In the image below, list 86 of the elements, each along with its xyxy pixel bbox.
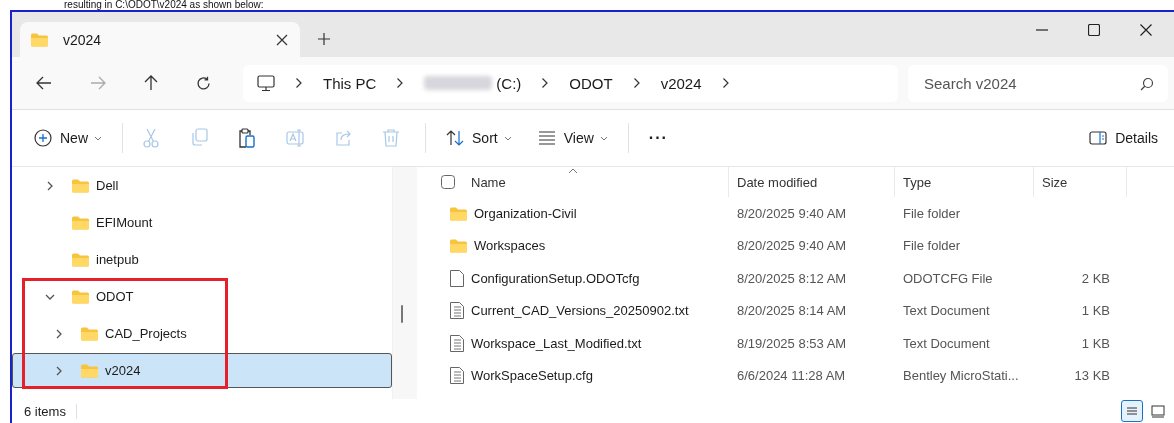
table-cell-text: File folder [902, 238, 962, 254]
sidebar-item[interactable]: ODOT [12, 279, 392, 314]
chevron-icon[interactable] [295, 77, 303, 89]
chevron-icon[interactable] [721, 77, 730, 89]
details-pane-icon [1089, 131, 1108, 145]
folder-icon [71, 251, 90, 268]
table-cell-text: 8/20/2025 8:14 AM [736, 303, 848, 319]
sidebar-item[interactable]: v2024 [12, 353, 392, 388]
breadcrumb[interactable]: (C:) [496, 74, 522, 92]
scrollbar-thumb[interactable] [401, 305, 403, 323]
column-header[interactable]: Type [895, 167, 1034, 197]
folder-icon [71, 288, 90, 305]
clipboard-icon[interactable] [238, 128, 256, 148]
view-button[interactable]: View [527, 124, 618, 152]
table-cell-text: Text Document [902, 303, 991, 319]
caret-icon [599, 135, 608, 141]
search-icon[interactable] [1140, 76, 1154, 91]
plus-circle-icon [34, 129, 52, 147]
table-cell-text: 1 KB [1080, 303, 1111, 319]
file-name[interactable]: Organization-Civil [437, 204, 729, 222]
breadcrumb[interactable]: This PC [323, 74, 377, 92]
file-name[interactable]: Workspaces [437, 237, 729, 255]
text-file-icon [449, 333, 465, 353]
folder-icon [80, 362, 99, 379]
back-arrow-icon[interactable] [36, 76, 52, 90]
search-field[interactable]: Search v2024 [908, 64, 1168, 102]
file-name[interactable]: ConfigurationSetup.ODOTcfg [437, 268, 729, 288]
item-count: 6 items [24, 403, 77, 419]
breadcrumb[interactable]: ODOT [569, 74, 613, 92]
up-arrow-icon[interactable] [144, 75, 158, 91]
table-cell-text: File folder [902, 205, 962, 221]
table-cell-text: Bentley MicroStati... [902, 368, 1020, 384]
table-cell-text: 8/20/2025 9:40 AM [736, 238, 848, 254]
column-header[interactable]: Name [467, 167, 729, 197]
table-cell-text: 1 KB [1080, 335, 1111, 351]
file-name[interactable]: Current_CAD_Versions_20250902.txt [437, 301, 729, 321]
table-cell-text: ODOTCFG File [902, 270, 994, 286]
text-file-icon [449, 301, 465, 321]
table-cell-text: 13 KB [1073, 368, 1111, 384]
table-cell-text: 8/19/2025 8:53 AM [736, 335, 848, 351]
details-button[interactable]: Details [1079, 124, 1168, 152]
maximize-icon[interactable] [1088, 24, 1100, 36]
folder-icon [449, 237, 468, 255]
caret-icon [503, 135, 512, 141]
breadcrumb[interactable]: v2024 [660, 74, 702, 92]
folder-icon [71, 177, 90, 194]
caption-text: resulting in C:\ODOT\v2024 as shown below: [63, 0, 265, 10]
chevron-icon[interactable] [541, 77, 550, 89]
text-file-icon [449, 366, 465, 386]
more-button[interactable]: ··· [638, 123, 678, 153]
table-cell-text: 6/6/2024 11:28 AM [736, 368, 847, 384]
new-button[interactable]: New [24, 123, 112, 153]
sidebar-item[interactable]: Dell [12, 168, 392, 203]
column-header[interactable]: Size [1034, 167, 1127, 197]
column-header[interactable]: Date modified [729, 167, 895, 197]
sort-caret-icon [567, 168, 578, 174]
sidebar-item[interactable]: EFIMount [12, 205, 392, 240]
redacted-block [424, 76, 493, 90]
chevron-icon[interactable] [396, 77, 405, 89]
sort-button[interactable]: Sort [436, 124, 522, 152]
folder-icon [30, 31, 49, 48]
close-icon[interactable] [276, 33, 288, 46]
tab-label: v2024 [63, 31, 103, 48]
lines-icon [537, 131, 556, 145]
file-name[interactable]: WorkSpaceSetup.cfg [437, 366, 729, 386]
checkbox-icon[interactable] [441, 175, 455, 189]
tab[interactable]: v2024 [20, 22, 300, 57]
file-icon [449, 268, 465, 288]
details-view-icon[interactable] [1122, 401, 1142, 421]
table-cell-text: 2 KB [1080, 270, 1111, 286]
chevron-icon[interactable] [632, 77, 641, 89]
folder-icon [71, 214, 90, 231]
plus-icon[interactable] [318, 33, 330, 45]
table-cell-text: 8/20/2025 9:40 AM [736, 205, 848, 221]
table-cell-text: Text Document [902, 335, 991, 351]
monitor-icon [257, 74, 275, 92]
address-bar[interactable]: This PC (C:) ODOT v2024 [243, 64, 898, 102]
sidebar-item[interactable]: CAD_Projects [12, 316, 392, 351]
table-cell-text: 8/20/2025 8:12 AM [736, 270, 848, 286]
caret-icon [94, 135, 102, 141]
refresh-icon[interactable] [196, 75, 211, 91]
file-name[interactable]: Workspace_Last_Modified.txt [437, 333, 729, 353]
folder-icon [80, 325, 99, 342]
close-icon[interactable] [1140, 24, 1152, 36]
sidebar-item[interactable]: inetpub [12, 242, 392, 277]
sort-arrows-icon [446, 130, 464, 146]
